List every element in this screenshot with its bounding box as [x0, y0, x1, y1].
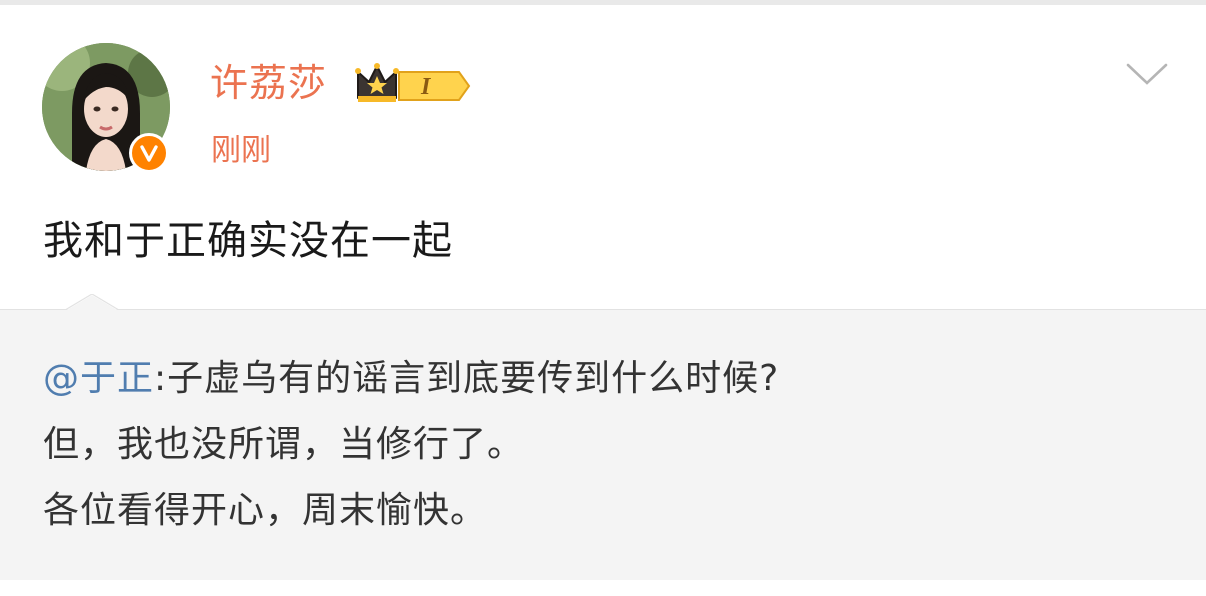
repost-line-1: @于正:子虚乌有的谣言到底要传到什么时候? — [43, 346, 779, 412]
repost-line-2: 但，我也没所谓，当修行了。 — [43, 424, 525, 465]
repost-line-1-text: :子虚乌有的谣言到底要传到什么时候? — [154, 358, 780, 399]
bottom-gap — [0, 580, 1206, 596]
vip-crown-icon[interactable]: I — [355, 62, 471, 110]
author-name[interactable]: 许荔莎 — [210, 58, 327, 108]
verified-v-icon — [129, 133, 169, 173]
repost-caret — [64, 293, 120, 318]
vip-level-label: I — [420, 74, 432, 100]
mention-link[interactable]: @于正 — [43, 358, 154, 399]
chevron-down-icon[interactable] — [1125, 60, 1169, 92]
post-text: 我和于正确实没在一起 — [43, 218, 453, 264]
repost-line-3: 各位看得开心，周末愉快。 — [43, 490, 488, 531]
repost-content: @于正:子虚乌有的谣言到底要传到什么时候? 但，我也没所谓，当修行了。 各位看得… — [43, 346, 779, 544]
post-time: 刚刚 — [211, 133, 271, 168]
